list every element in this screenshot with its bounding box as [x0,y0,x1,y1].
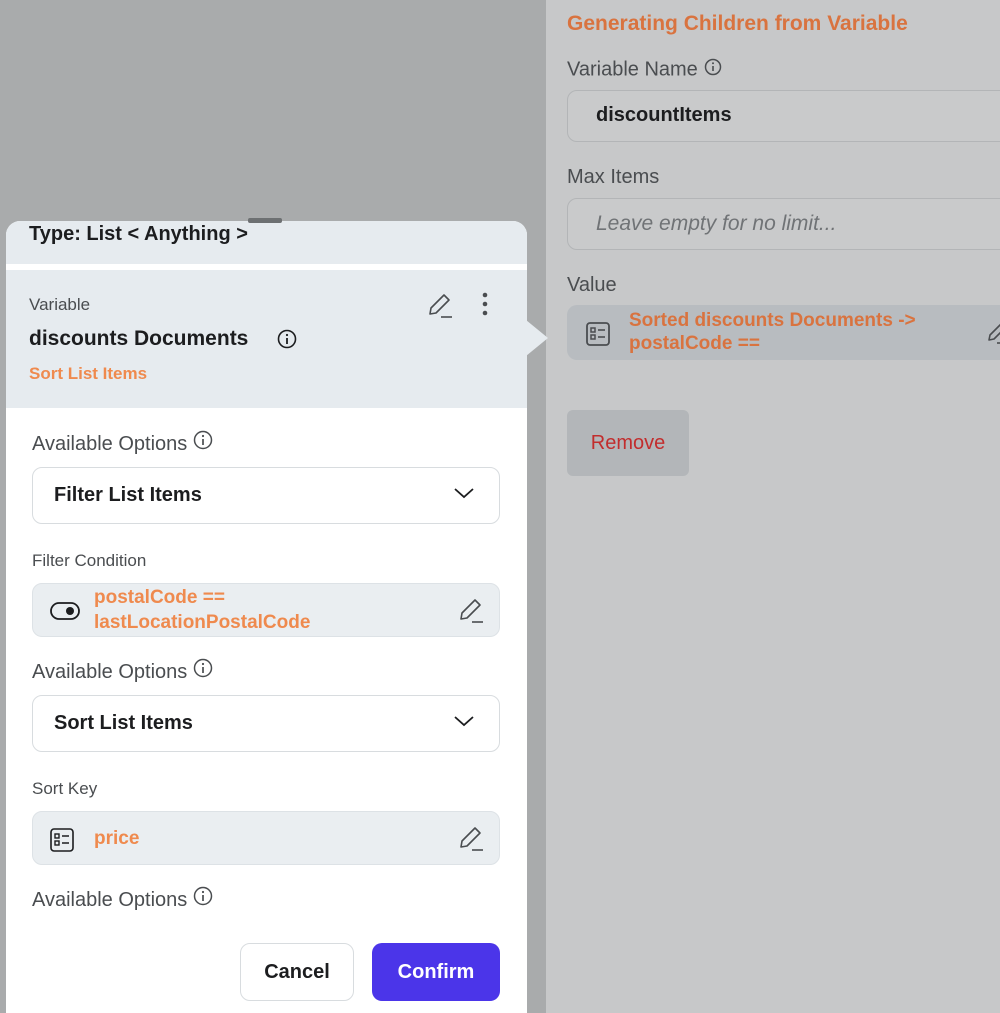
options-dropdown-filter[interactable]: Filter List Items [32,467,500,524]
info-icon[interactable] [277,329,297,354]
filter-condition-field[interactable]: postalCode == lastLocationPostalCode [32,583,500,637]
available-options-label: Available Options [32,430,213,456]
variable-block[interactable]: Variable discounts Documents Sort List I… [6,270,548,408]
variable-name: discounts Documents [29,327,249,350]
max-items-placeholder: Leave empty for no limit... [596,212,837,235]
remove-button[interactable]: Remove [567,410,689,476]
filter-condition-line2: lastLocationPostalCode [94,612,311,633]
variable-name-field[interactable]: discountItems [567,90,1000,142]
variable-name-label: Variable Name [567,58,722,82]
drag-handle[interactable] [248,218,282,223]
options-dropdown-sort[interactable]: Sort List Items [32,695,500,752]
sort-key-label: Sort Key [32,779,98,798]
max-items-input[interactable]: Leave empty for no limit... [567,198,1000,250]
available-options-label: Available Options [32,658,213,684]
variable-label: Variable [29,295,91,314]
value-field[interactable]: Sorted discounts Documents -> postalCode… [567,305,1000,360]
confirm-button[interactable]: Confirm [372,943,500,1001]
edit-icon[interactable] [985,321,1000,350]
data-field-icon [49,827,75,858]
data-field-icon [585,321,611,352]
type-label: Type: List < Anything > [29,223,248,245]
chevron-down-icon [453,714,475,733]
chevron-down-icon [453,486,475,505]
toggle-icon [49,599,81,628]
filter-condition-line1: postalCode == [94,587,225,608]
popover-pointer [526,320,548,356]
more-options-icon[interactable] [479,291,491,322]
available-options-label: Available Options [32,886,213,912]
edit-icon[interactable] [457,825,485,858]
info-icon[interactable] [193,658,213,684]
sort-key-value: price [94,828,140,849]
cancel-button[interactable]: Cancel [240,943,354,1001]
max-items-label: Max Items [567,166,660,188]
info-icon[interactable] [704,58,722,82]
edit-icon[interactable] [426,292,454,325]
filter-condition-label: Filter Condition [32,551,147,570]
type-header: Type: List < Anything > [6,221,527,267]
value-expression: Sorted discounts Documents -> postalCode… [629,310,916,357]
info-icon[interactable] [193,430,213,456]
properties-panel: Generating Children from Variable Variab… [546,0,1000,1013]
panel-title: Generating Children from Variable [567,12,908,35]
variable-operation: Sort List Items [29,364,148,383]
sort-key-field[interactable]: price [32,811,500,865]
edit-icon[interactable] [457,597,485,630]
info-icon[interactable] [193,886,213,912]
variable-popover: Type: List < Anything > Variable discoun… [6,218,548,1013]
value-label: Value [567,274,617,296]
